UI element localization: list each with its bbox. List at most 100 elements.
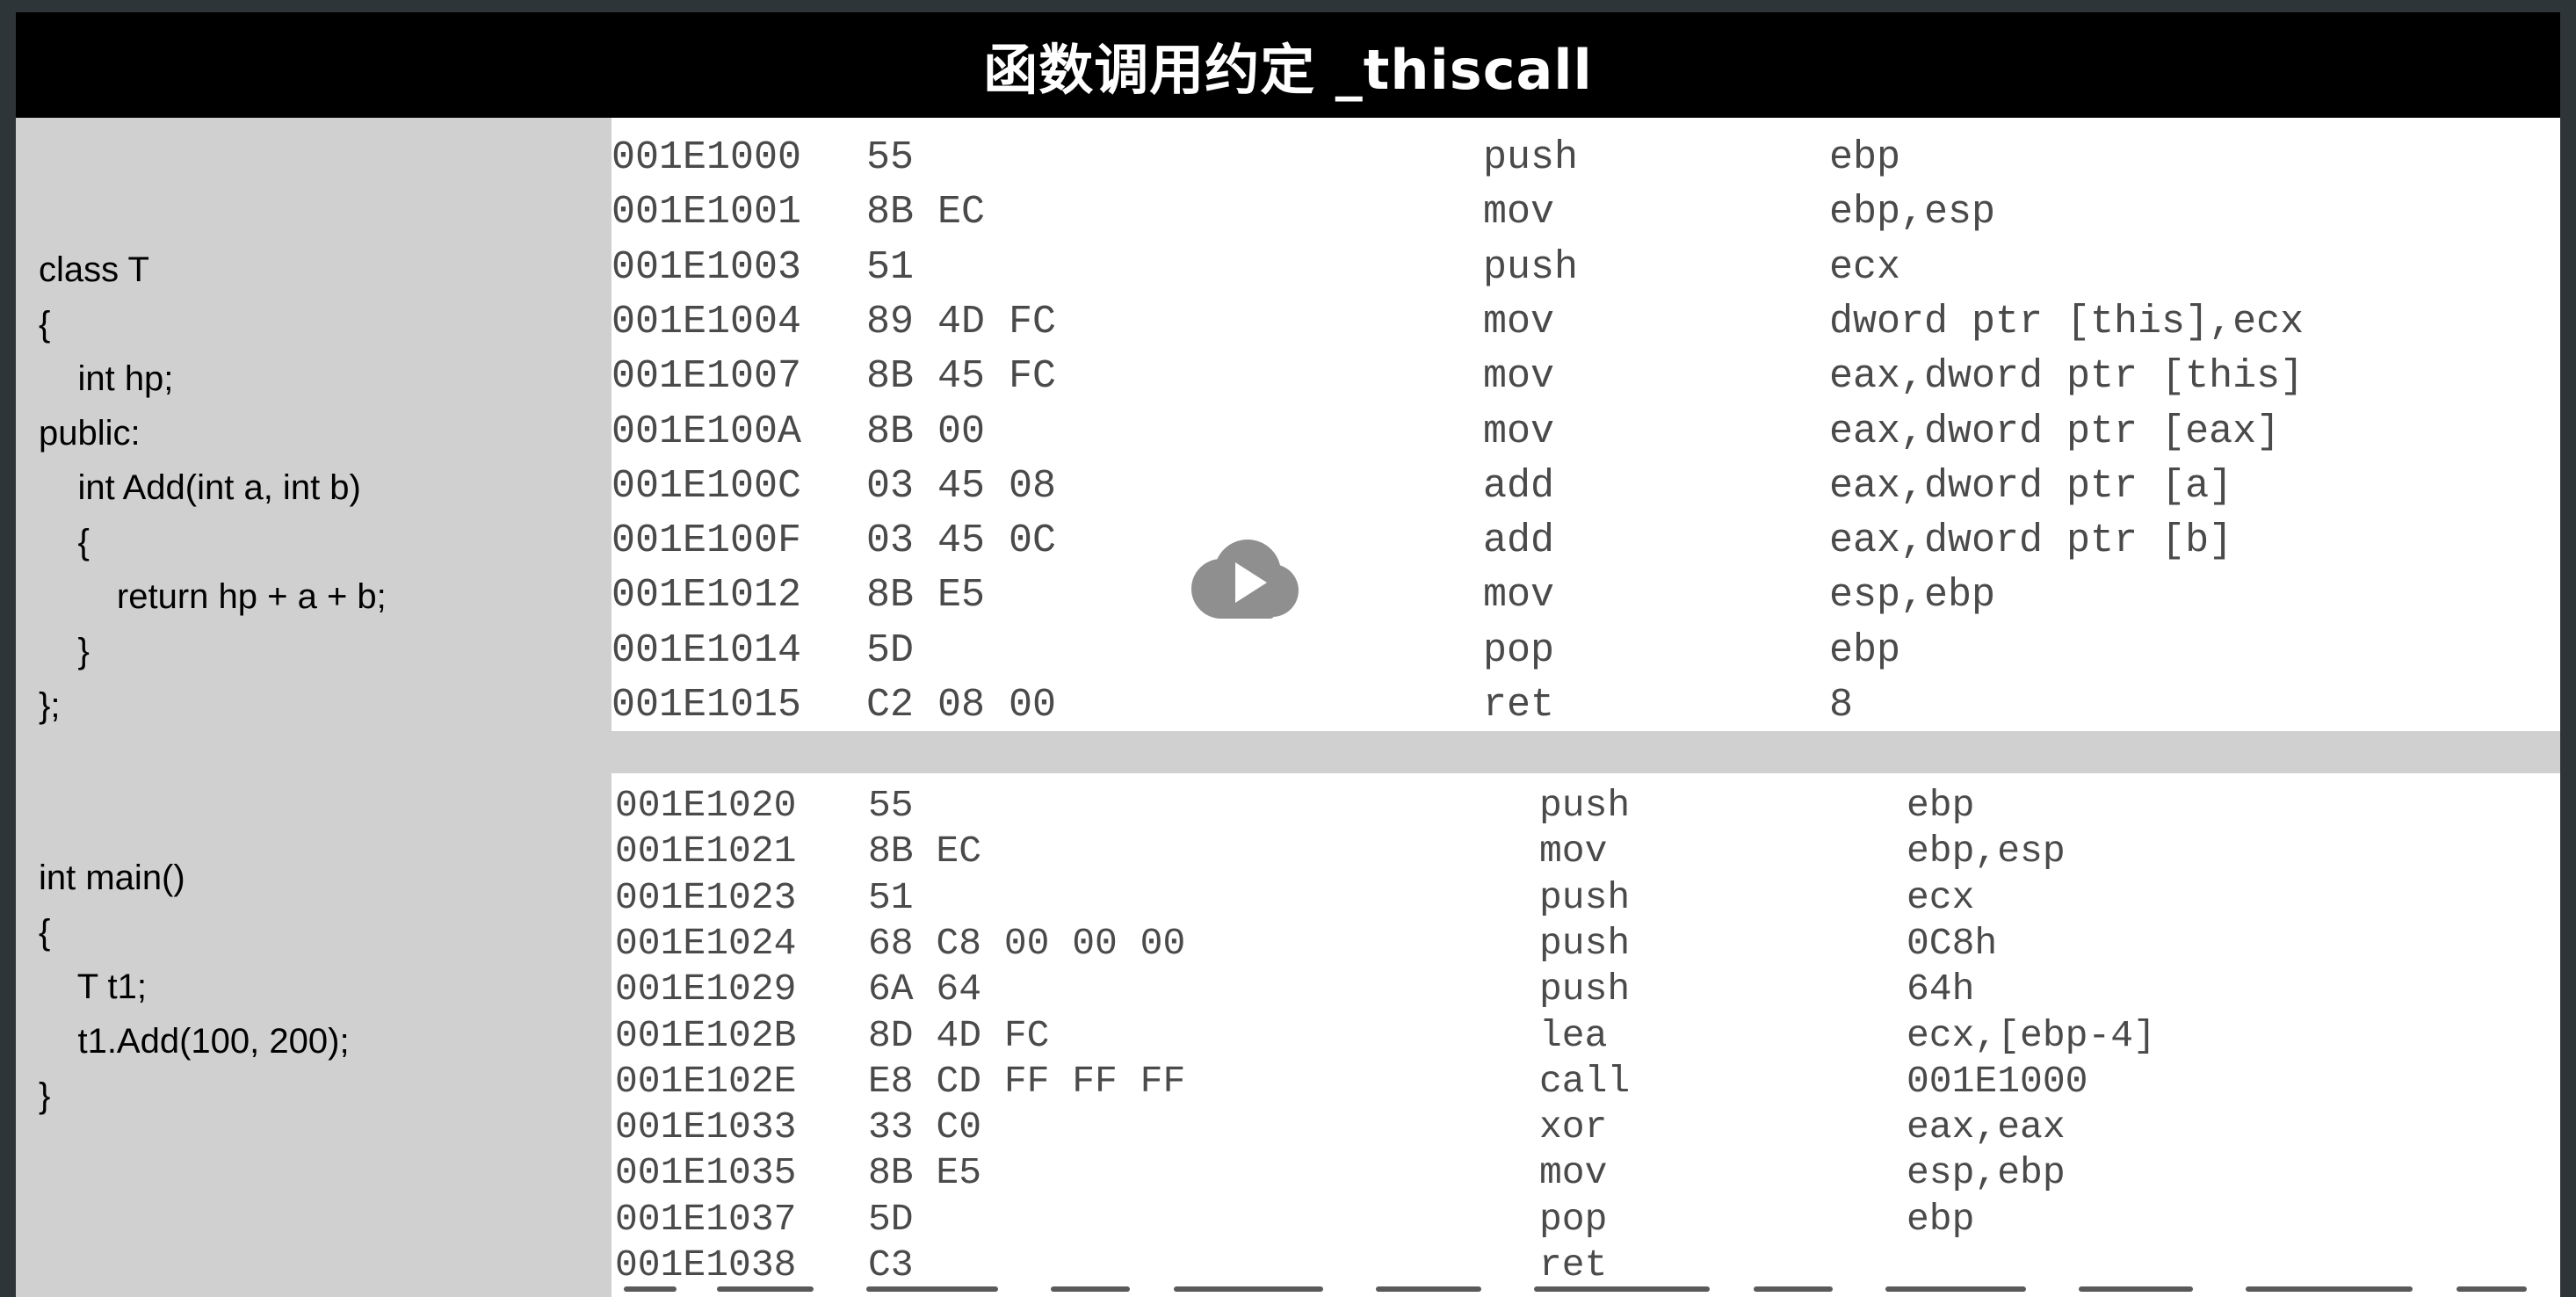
- instruction-bytes: E8 CD FF FF FF: [868, 1059, 1186, 1103]
- instruction-mnemonic: push: [1539, 875, 1631, 919]
- instruction-mnemonic: ret: [1483, 683, 1555, 728]
- instruction-mnemonic: push: [1483, 135, 1579, 180]
- instruction-bytes: 03 45 08: [866, 463, 1057, 509]
- instruction-mnemonic: pop: [1483, 627, 1555, 673]
- instruction-bytes: 8B 45 FC: [866, 354, 1057, 400]
- instruction-mnemonic: mov: [1539, 1151, 1608, 1195]
- instruction-bytes: 68 C8 00 00 00: [868, 921, 1186, 965]
- instruction-operands: eax,dword ptr [eax]: [1829, 409, 2281, 454]
- instruction-mnemonic: push: [1539, 967, 1631, 1011]
- instruction-operands: ebp,esp: [1907, 830, 2066, 873]
- instruction-address: 001E1024: [615, 921, 797, 965]
- instruction-address: 001E1014: [611, 627, 802, 673]
- instruction-operands: eax,eax: [1907, 1105, 2066, 1149]
- instruction-mnemonic: mov: [1483, 573, 1555, 619]
- instruction-mnemonic: mov: [1483, 354, 1555, 400]
- instruction-address: 001E100F: [611, 518, 802, 564]
- instruction-mnemonic: mov: [1483, 190, 1555, 235]
- instruction-bytes: 51: [866, 244, 915, 290]
- instruction-mnemonic: call: [1539, 1059, 1631, 1103]
- instruction-operands: ebp,esp: [1829, 190, 1996, 235]
- instruction-mnemonic: mov: [1539, 830, 1608, 873]
- instruction-address: 001E1012: [611, 573, 802, 619]
- instruction-bytes: 55: [868, 784, 914, 827]
- code-line: int hp;: [39, 359, 174, 398]
- instruction-address: 001E1004: [611, 299, 802, 344]
- title-bar: 函数调用约定 _thiscall: [16, 12, 2560, 118]
- instruction-address: 001E1003: [611, 244, 802, 290]
- code-line: {: [39, 523, 90, 562]
- instruction-bytes: 8B EC: [866, 190, 986, 235]
- instruction-mnemonic: push: [1483, 244, 1579, 290]
- play-icon: [1191, 540, 1299, 619]
- instruction-bytes: 8D 4D FC: [868, 1013, 1050, 1057]
- disassembly-main-function: 001E1020 55 push ebp 001E1021 8B EC mov ebp,esp…: [611, 773, 2560, 1297]
- instruction-operands: 8: [1829, 683, 1854, 728]
- instruction-operands: dword ptr [this],ecx: [1829, 299, 2305, 344]
- instruction-operands: ecx,[ebp-4]: [1907, 1013, 2156, 1057]
- instruction-operands: esp,ebp: [1829, 573, 1996, 619]
- instruction-mnemonic: add: [1483, 518, 1555, 564]
- instruction-address: 001E102E: [615, 1059, 797, 1103]
- code-line: T t1;: [39, 967, 148, 1006]
- instruction-mnemonic: xor: [1539, 1105, 1608, 1149]
- code-line: }: [39, 1076, 51, 1115]
- instruction-address: 001E1001: [611, 190, 802, 235]
- instruction-bytes: 8B EC: [868, 830, 982, 873]
- play-button[interactable]: [1184, 538, 1302, 622]
- instruction-operands: esp,ebp: [1907, 1151, 2066, 1195]
- instruction-mnemonic: lea: [1539, 1013, 1608, 1057]
- slide-title: 函数调用约定 _thiscall: [983, 38, 1593, 102]
- instruction-operands: 001E1000: [1907, 1059, 2088, 1103]
- instruction-bytes: 89 4D FC: [866, 299, 1057, 344]
- instruction-address: 001E1020: [615, 784, 797, 827]
- instruction-operands: 64h: [1907, 967, 1975, 1011]
- instruction-operands: ebp: [1829, 627, 1901, 673]
- instruction-bytes: 5D: [868, 1197, 914, 1241]
- instruction-operands: ecx: [1829, 244, 1901, 290]
- instruction-bytes: 8B E5: [868, 1151, 982, 1195]
- instruction-mnemonic: add: [1483, 463, 1555, 509]
- instruction-address: 001E1038: [615, 1243, 797, 1286]
- code-line: }: [39, 632, 90, 670]
- instruction-address: 001E1033: [615, 1105, 797, 1149]
- instruction-mnemonic: ret: [1539, 1243, 1608, 1286]
- code-line: int Add(int a, int b): [39, 468, 361, 507]
- instruction-address: 001E1037: [615, 1197, 797, 1241]
- instruction-address: 001E1023: [615, 875, 797, 919]
- instruction-address: 001E100A: [611, 409, 802, 454]
- instruction-mnemonic: pop: [1539, 1197, 1608, 1241]
- cpp-class-definition: class T { int hp; public: int Add(int a, i…: [39, 243, 387, 733]
- instruction-address: 001E1007: [611, 354, 802, 400]
- instruction-bytes: C3: [868, 1243, 914, 1286]
- instruction-bytes: 03 45 0C: [866, 518, 1057, 564]
- code-line: t1.Add(100, 200);: [39, 1022, 350, 1061]
- instruction-bytes: 51: [868, 875, 914, 919]
- instruction-mnemonic: mov: [1483, 409, 1555, 454]
- instruction-address: 001E1029: [615, 967, 797, 1011]
- instruction-address: 001E1021: [615, 830, 797, 873]
- instruction-mnemonic: mov: [1483, 299, 1555, 344]
- instruction-operands: 0C8h: [1907, 921, 1998, 965]
- instruction-operands: ebp: [1829, 135, 1901, 180]
- code-line: class T: [39, 250, 149, 289]
- instruction-operands: eax,dword ptr [a]: [1829, 463, 2233, 509]
- disassembly-add-function: 001E1000 55 push ebp 001E1001 8B EC mov ebp,esp…: [611, 118, 2560, 731]
- code-line: return hp + a + b;: [39, 577, 387, 616]
- instruction-bytes: 8B E5: [866, 573, 986, 619]
- cpp-main-function: int main() { T t1; t1.Add(100, 200);}: [39, 851, 350, 1123]
- instruction-address: 001E100C: [611, 463, 802, 509]
- code-line: public:: [39, 414, 141, 453]
- instruction-bytes: 55: [866, 135, 915, 180]
- instruction-address: 001E1015: [611, 683, 802, 728]
- instruction-bytes: 8B 00: [866, 409, 986, 454]
- instruction-operands: ebp: [1907, 784, 1975, 827]
- instruction-bytes: 33 C0: [868, 1105, 982, 1149]
- instruction-operands: eax,dword ptr [b]: [1829, 518, 2233, 564]
- code-line: {: [39, 913, 51, 952]
- instruction-bytes: C2 08 00: [866, 683, 1057, 728]
- instruction-bytes: 6A 64: [868, 967, 982, 1011]
- slide: 函数调用约定 _thiscall class T { int hp; public:…: [16, 12, 2560, 1297]
- instruction-mnemonic: push: [1539, 784, 1631, 827]
- code-line: int main(): [39, 859, 185, 897]
